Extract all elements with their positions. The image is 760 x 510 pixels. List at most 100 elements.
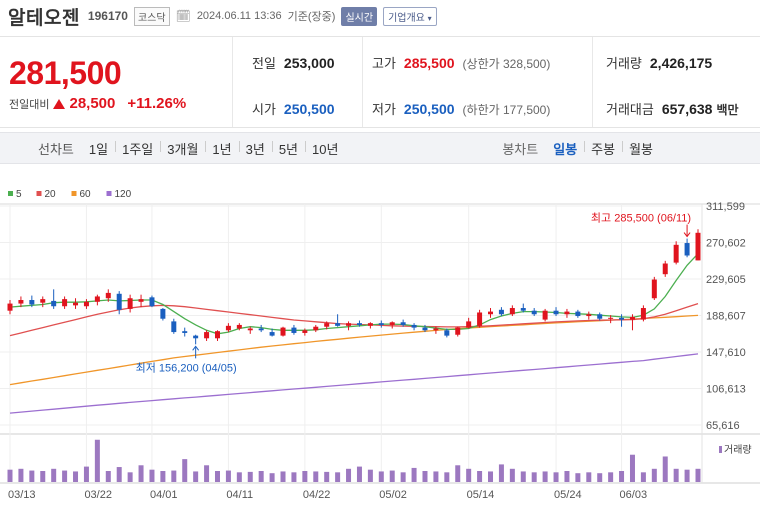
y-tick-label: 311,599 <box>706 201 745 213</box>
prev-close-cell: 전일 253,000 <box>252 53 335 72</box>
divider <box>232 37 233 127</box>
volume-bar <box>40 471 46 482</box>
amount-label: 거래대금 <box>606 102 654 117</box>
candle <box>62 296 68 309</box>
candle <box>477 309 483 328</box>
amount-cell: 거래대금 657,638 백만 <box>606 99 739 118</box>
volume-bar <box>608 472 614 482</box>
candle <box>684 238 690 258</box>
volume-cell: 거래량 2,426,175 <box>606 53 712 72</box>
open-label: 시가 <box>252 102 276 117</box>
candle-body <box>269 332 275 336</box>
candle-body <box>488 311 494 315</box>
candle-body <box>160 308 166 319</box>
upper-limit-text: (상한가 328,500) <box>462 57 551 71</box>
candle <box>280 326 286 337</box>
candle <box>127 294 133 313</box>
candle-body <box>335 323 341 326</box>
volume-bar <box>575 473 581 482</box>
candle-body <box>673 244 679 263</box>
low-value: 250,500 <box>403 101 455 117</box>
volume-value: 2,426,175 <box>649 55 713 71</box>
y-tick-label: 188,607 <box>706 311 746 323</box>
candle-body <box>225 325 231 331</box>
volume-bar <box>280 471 286 482</box>
candle-body <box>193 335 199 339</box>
volume-legend-swatch <box>719 446 722 453</box>
period-1y[interactable]: 1년 <box>205 139 238 158</box>
candle <box>586 311 592 320</box>
period-3y[interactable]: 3년 <box>238 139 272 158</box>
candle-body <box>291 327 297 333</box>
lower-limit-text: (하한가 177,500) <box>462 103 551 117</box>
period-5y[interactable]: 5년 <box>271 139 305 158</box>
candle <box>94 294 100 306</box>
candle-weekly[interactable]: 주봉 <box>584 139 622 158</box>
x-axis: 03/13 03/22 04/01 04/11 04/22 05/02 05/14 05/24… <box>8 489 647 501</box>
candle-body <box>531 310 537 315</box>
candle-body <box>455 327 461 335</box>
candle-body <box>105 292 111 299</box>
candle <box>247 326 253 334</box>
candle-body <box>651 279 657 299</box>
candle-body <box>51 300 57 307</box>
candle-body <box>204 332 210 339</box>
candle-body <box>236 324 242 329</box>
candle-body <box>258 328 264 331</box>
quote-panel: 281,500 전일대비 28,500 +11.26% 전일 253,000 시… <box>0 36 760 128</box>
volume-bar <box>378 471 384 482</box>
company-info-button[interactable]: 기업개요 ▾ <box>383 6 437 26</box>
volume-bar <box>313 471 319 482</box>
candle <box>171 318 177 334</box>
legend-label-120: 120 <box>115 189 132 200</box>
divider <box>592 37 593 127</box>
candle <box>367 322 373 329</box>
volume-bar <box>597 473 603 482</box>
volume-bar <box>171 470 177 482</box>
candle-body <box>662 263 668 275</box>
ma120-line <box>9 353 699 414</box>
candle-daily[interactable]: 일봉 <box>546 139 584 158</box>
candle-body <box>586 314 592 317</box>
volume-bar <box>94 439 100 482</box>
divider <box>362 37 363 127</box>
chart-grid <box>0 203 760 484</box>
candle <box>597 312 603 321</box>
low-label: 저가 <box>372 102 396 117</box>
candle-body <box>171 321 177 333</box>
candle <box>662 260 668 277</box>
candle <box>389 321 395 329</box>
volume-bar <box>62 470 68 482</box>
candle-body <box>695 232 701 261</box>
volume-bar <box>695 468 701 482</box>
volume-bar <box>498 464 504 482</box>
period-10y[interactable]: 10년 <box>305 139 345 158</box>
volume-bar <box>138 465 144 482</box>
period-1w[interactable]: 1주일 <box>115 139 160 158</box>
volume-bar <box>29 470 35 482</box>
up-triangle-icon <box>53 99 66 109</box>
quote-datetime: 2024.06.11 13:36 <box>196 10 282 22</box>
high-annotation: 최고 285,500 (06/11) <box>591 212 691 225</box>
volume-bar <box>149 469 155 482</box>
period-bar: 선차트 1일 1주일 3개월 1년 3년 5년 10년 봉차트 일봉 주봉 월봉 <box>0 132 760 164</box>
amount-unit: 백만 <box>716 103 739 117</box>
candle-chart-label: 봉차트 <box>502 141 539 157</box>
y-tick-label: 229,605 <box>706 274 746 286</box>
period-3m[interactable]: 3개월 <box>160 139 205 158</box>
period-1d[interactable]: 1일 <box>82 139 115 158</box>
calendar-icon: 🗓 <box>175 9 191 23</box>
change-row: 전일대비 28,500 +11.26% <box>9 95 186 112</box>
candle-body <box>214 331 220 339</box>
realtime-button[interactable]: 실시간 <box>341 6 378 26</box>
candle-body <box>433 328 439 331</box>
x-tick-label: 06/03 <box>620 489 648 501</box>
open-value: 250,500 <box>283 101 335 117</box>
volume-bar <box>684 469 690 482</box>
candle-body <box>400 322 406 325</box>
volume-bar <box>105 471 111 482</box>
candle <box>225 323 231 333</box>
volume-bar <box>433 471 439 482</box>
candle <box>553 307 559 317</box>
candle-monthly[interactable]: 월봉 <box>622 139 660 158</box>
